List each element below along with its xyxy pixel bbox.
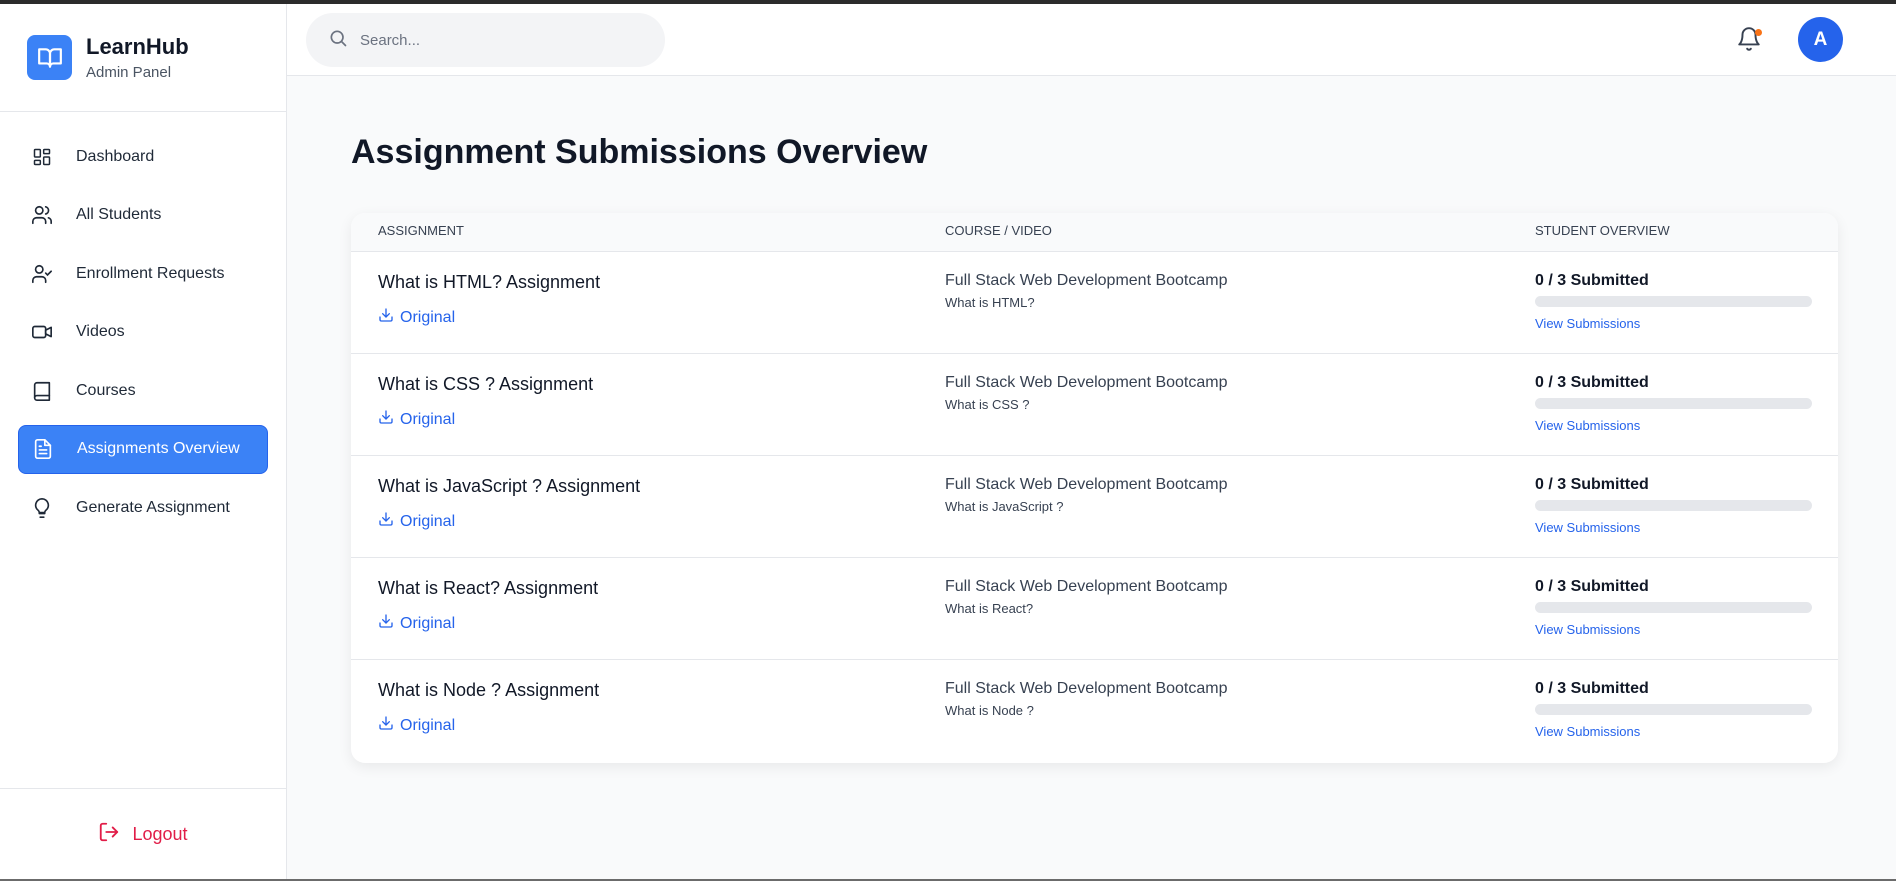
original-link-label: Original [400, 512, 456, 530]
view-submissions-link[interactable]: View Submissions [1535, 622, 1640, 637]
logout-button[interactable]: Logout [98, 821, 188, 848]
download-icon [378, 613, 394, 634]
submission-progress-bar [1535, 500, 1812, 511]
search-input[interactable] [360, 31, 640, 49]
sidebar-item-label: Courses [76, 381, 136, 399]
assignment-title: What is JavaScript ? Assignment [378, 476, 641, 496]
original-download-link[interactable]: Original [378, 409, 455, 430]
sidebar-item-videos[interactable]: Videos [18, 308, 268, 357]
sidebar-item-label: Assignments Overview [77, 440, 240, 457]
original-download-link[interactable]: Original [378, 307, 455, 328]
original-download-link[interactable]: Original [378, 715, 455, 736]
submission-progress-bar [1535, 398, 1812, 409]
video-name: What is HTML? [945, 295, 1035, 310]
lightbulb-icon [31, 497, 53, 519]
page-title: Assignment Submissions Overview [351, 133, 928, 171]
course-name: Full Stack Web Development Bootcamp [945, 476, 1228, 493]
assignment-title: What is HTML? Assignment [378, 272, 601, 292]
search-bar[interactable] [306, 13, 665, 67]
assignments-table: ASSIGNMENT COURSE / VIDEO STUDENT OVERVI… [351, 213, 1838, 763]
course-name: Full Stack Web Development Bootcamp [945, 680, 1228, 697]
video-icon [31, 321, 53, 343]
course-name: Full Stack Web Development Bootcamp [945, 272, 1228, 289]
sidebar-item-enrollment-requests[interactable]: Enrollment Requests [18, 249, 268, 298]
video-name: What is JavaScript ? [945, 499, 1064, 514]
dashboard-icon [31, 146, 53, 168]
course-name: Full Stack Web Development Bootcamp [945, 578, 1228, 595]
submission-progress-bar [1535, 602, 1812, 613]
original-link-label: Original [400, 614, 456, 632]
table-row: What is HTML? Assignment Original Full Sta… [351, 252, 1838, 354]
download-icon [378, 511, 394, 532]
table-row: What is CSS ? Assignment Original Full Sta… [351, 354, 1838, 456]
table-row: What is JavaScript ? Assignment Original F… [351, 456, 1838, 558]
notification-badge [1755, 29, 1762, 36]
column-header-course-video: COURSE / VIDEO [945, 223, 1052, 238]
video-name: What is CSS ? [945, 397, 1030, 412]
submission-count: 0 / 3 Submitted [1535, 374, 1649, 391]
sidebar-item-label: Generate Assignment [76, 498, 230, 516]
view-submissions-link[interactable]: View Submissions [1535, 520, 1640, 535]
table-row: What is Node ? Assignment Original Full St… [351, 660, 1838, 762]
sidebar-item-assignments-overview[interactable]: Assignments Overview [18, 424, 268, 474]
logout-label: Logout [132, 823, 188, 844]
table-body: What is HTML? Assignment Original Full Sta… [351, 252, 1838, 762]
table-row: What is React? Assignment Original Full St… [351, 558, 1838, 660]
view-submissions-link[interactable]: View Submissions [1535, 724, 1640, 739]
top-header: A [287, 4, 1896, 76]
brand-title: LearnHub [86, 33, 189, 59]
book-icon [31, 380, 53, 402]
column-header-student-overview: STUDENT OVERVIEW [1535, 223, 1670, 238]
logout-icon [98, 821, 120, 848]
open-book-icon [27, 35, 72, 80]
user-check-icon [31, 263, 53, 285]
original-download-link[interactable]: Original [378, 511, 455, 532]
sidebar-nav: Dashboard All Students Enrollment Reques… [0, 112, 286, 532]
download-icon [378, 715, 394, 736]
original-link-label: Original [400, 716, 456, 734]
download-icon [378, 409, 394, 430]
assignment-title: What is CSS ? Assignment [378, 374, 594, 394]
submission-progress-bar [1535, 704, 1812, 715]
original-download-link[interactable]: Original [378, 613, 455, 634]
notifications-button[interactable] [1736, 26, 1764, 54]
column-header-assignment: ASSIGNMENT [378, 223, 464, 238]
original-link-label: Original [400, 308, 456, 326]
submission-count: 0 / 3 Submitted [1535, 680, 1649, 697]
submission-count: 0 / 3 Submitted [1535, 272, 1649, 289]
video-name: What is Node ? [945, 703, 1034, 718]
user-avatar[interactable]: A [1798, 17, 1843, 62]
view-submissions-link[interactable]: View Submissions [1535, 316, 1640, 331]
file-text-icon [32, 438, 54, 460]
brand: LearnHub Admin Panel [0, 4, 286, 112]
sidebar-item-generate-assignment[interactable]: Generate Assignment [18, 483, 268, 532]
sidebar-item-dashboard[interactable]: Dashboard [18, 132, 268, 181]
sidebar-item-courses[interactable]: Courses [18, 366, 268, 415]
sidebar: LearnHub Admin Panel Dashboard All Stude… [0, 4, 287, 879]
sidebar-footer: Logout [0, 788, 286, 879]
table-header: ASSIGNMENT COURSE / VIDEO STUDENT OVERVI… [351, 213, 1838, 252]
original-link-label: Original [400, 410, 456, 428]
search-icon [328, 28, 348, 53]
submission-progress-bar [1535, 296, 1812, 307]
sidebar-item-all-students[interactable]: All Students [18, 191, 268, 240]
assignment-title: What is React? Assignment [378, 578, 599, 598]
assignment-title: What is Node ? Assignment [378, 680, 600, 700]
submission-count: 0 / 3 Submitted [1535, 578, 1649, 595]
view-submissions-link[interactable]: View Submissions [1535, 418, 1640, 433]
submission-count: 0 / 3 Submitted [1535, 476, 1649, 493]
download-icon [378, 307, 394, 328]
sidebar-item-label: Dashboard [76, 147, 155, 165]
sidebar-item-label: All Students [76, 206, 162, 223]
sidebar-item-label: Enrollment Requests [76, 264, 225, 282]
brand-subtitle: Admin Panel [86, 63, 172, 81]
sidebar-item-label: Videos [76, 323, 125, 340]
video-name: What is React? [945, 601, 1034, 616]
course-name: Full Stack Web Development Bootcamp [945, 374, 1228, 391]
bell-icon [1736, 27, 1762, 56]
users-icon [31, 204, 53, 226]
